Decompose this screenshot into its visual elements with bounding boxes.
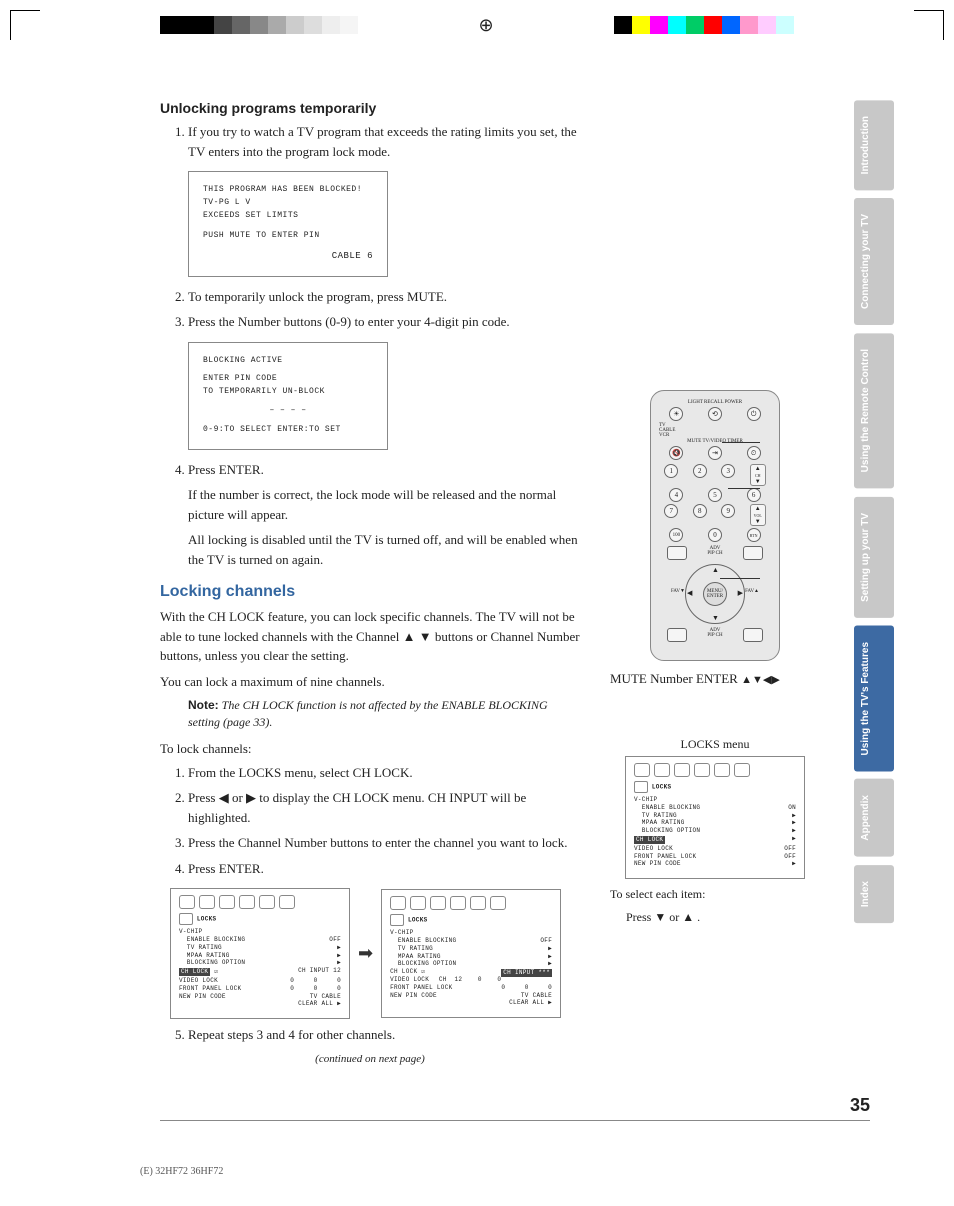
power-button: ⏻: [747, 407, 761, 421]
lock-max: You can lock a maximum of nine channels.: [160, 672, 580, 692]
screen-blocked: THIS PROGRAM HAS BEEN BLOCKED! TV-PG L V…: [188, 171, 388, 277]
strobe-button: [667, 546, 687, 560]
unlock-step-1: If you try to watch a TV program that ex…: [188, 122, 580, 161]
lock-heading: Locking channels: [160, 583, 580, 601]
timer-button: ⏲: [747, 446, 761, 460]
tvvideo-button: ⇥: [708, 446, 722, 460]
recall-button: ⟲: [708, 407, 722, 421]
dpad: ▲ ▼ ◀ ▶ FAV▼ FAV▲ MENU/ ENTER: [685, 564, 745, 624]
footer-model: (E) 32HF72 36HF72: [140, 1166, 223, 1177]
enter-label: ENTER: [696, 671, 738, 686]
unlock-step-2: To temporarily unlock the program, press…: [188, 287, 580, 307]
tab-introduction: Introduction: [854, 100, 894, 190]
lock-step-3: Press the Channel Number buttons to ente…: [188, 833, 580, 853]
select-text: To select each item:: [610, 887, 820, 902]
menu-enter-button: MENU/ ENTER: [703, 582, 727, 606]
arrow-right-icon: ➡: [358, 943, 373, 964]
arrows-label: ▲▼◀▶: [741, 674, 780, 686]
color-strip-left: [160, 16, 358, 34]
tab-connecting: Connecting your TV: [854, 198, 894, 325]
num-6: 6: [747, 488, 761, 502]
page-number: 35: [160, 1095, 870, 1116]
tab-appendix: Appendix: [854, 779, 894, 857]
tab-features: Using the TV's Features: [854, 626, 894, 772]
unlock-step-3: Press the Number buttons (0-9) to enter …: [188, 312, 580, 332]
remote-diagram: LIGHT RECALL POWER ☀⟲⏻ TV CABLE VCR MUTE…: [610, 390, 820, 687]
num-4: 4: [669, 488, 683, 502]
registration-mark-icon: ⊕: [478, 15, 493, 36]
num-2: 2: [693, 464, 707, 478]
tab-setting: Setting up your TV: [854, 497, 894, 618]
unlock-follow-2: All locking is disabled until the TV is …: [188, 530, 580, 569]
num-0: 0: [708, 528, 722, 542]
lock-note: Note: The CH LOCK function is not affect…: [188, 697, 580, 731]
picsize-button: [667, 628, 687, 642]
mute-label: MUTE: [610, 671, 647, 686]
chrtn-button: RTN: [747, 528, 761, 542]
locks-menu-after: LOCKS V-CHIP ENABLE BLOCKINGOFF TV RATIN…: [381, 889, 561, 1018]
lock-step-1: From the LOCKS menu, select CH LOCK.: [188, 763, 580, 783]
lock-step-4: Press ENTER.: [188, 859, 580, 879]
lock-step-2: Press ◀ or ▶ to display the CH LOCK menu…: [188, 788, 580, 827]
num-5: 5: [708, 488, 722, 502]
tab-remote: Using the Remote Control: [854, 333, 894, 488]
crop-marks: ⊕: [10, 10, 944, 40]
unlock-step-4: Press ENTER.: [188, 460, 580, 480]
num-8: 8: [693, 504, 707, 518]
vol-updown: ▲VOL▼: [750, 504, 766, 526]
locate-button: [743, 546, 763, 560]
color-strip-right: [614, 16, 794, 34]
ch-updown: ▲CH▼: [750, 464, 766, 486]
light-button: ☀: [669, 407, 683, 421]
num-1: 1: [664, 464, 678, 478]
num-9: 9: [721, 504, 735, 518]
exit-button: [743, 628, 763, 642]
num-100: 100: [669, 528, 683, 542]
locks-menu-before: LOCKS V-CHIP ENABLE BLOCKINGOFF TV RATIN…: [170, 888, 350, 1019]
lock-step-5: Repeat steps 3 and 4 for other channels.: [188, 1025, 580, 1045]
screen-pin: BLOCKING ACTIVE ENTER PIN CODE TO TEMPOR…: [188, 342, 388, 450]
unlock-follow-1: If the number is correct, the lock mode …: [188, 485, 580, 524]
two-menus-row: LOCKS V-CHIP ENABLE BLOCKINGOFF TV RATIN…: [170, 888, 580, 1019]
lock-steps-intro: To lock channels:: [160, 741, 580, 757]
num-3: 3: [721, 464, 735, 478]
press-text: Press ▼ or ▲ .: [626, 910, 820, 925]
num-7: 7: [664, 504, 678, 518]
tab-index: Index: [854, 865, 894, 923]
side-tabs: Introduction Connecting your TV Using th…: [854, 100, 894, 1065]
continued-text: (continued on next page): [160, 1053, 580, 1065]
number-label: Number: [650, 671, 693, 686]
locks-menu-side: LOCKS V-CHIP ENABLE BLOCKINGON TV RATING…: [625, 756, 805, 879]
lock-intro: With the CH LOCK feature, you can lock s…: [160, 607, 580, 666]
unlock-heading: Unlocking programs temporarily: [160, 100, 580, 116]
locks-menu-title: LOCKS menu: [610, 737, 820, 752]
mute-button: 🔇: [669, 446, 683, 460]
